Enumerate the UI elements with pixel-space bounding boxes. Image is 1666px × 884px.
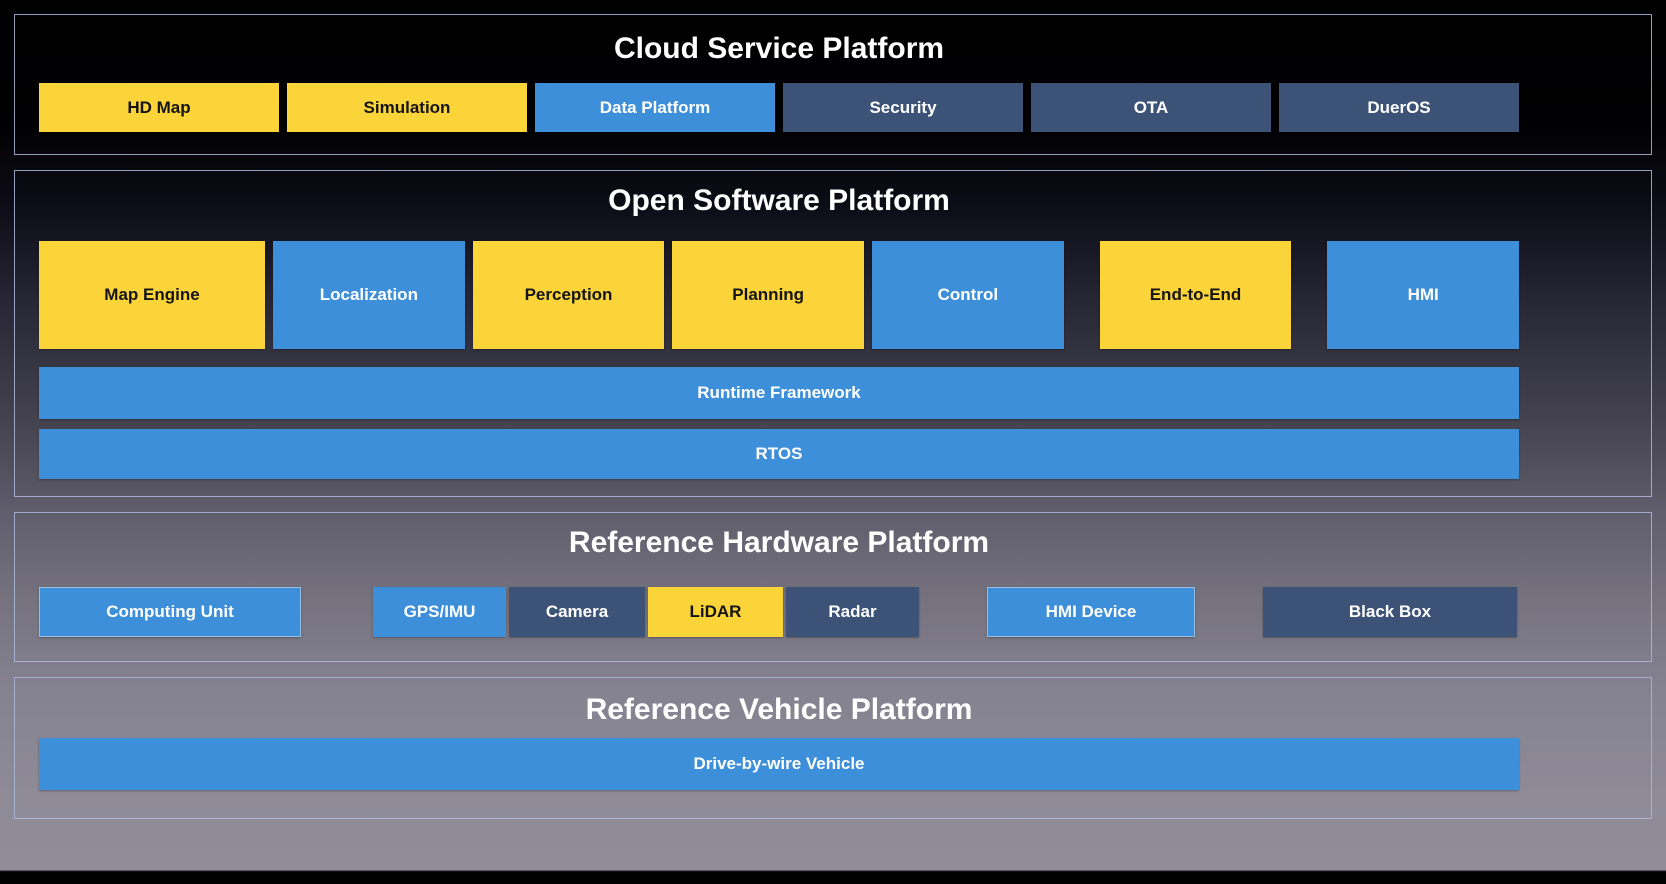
node-simulation: Simulation (287, 83, 527, 132)
node-hmi-device: HMI Device (987, 587, 1195, 637)
layer-reference-vehicle-platform: Reference Vehicle Platform Drive-by-wire… (14, 677, 1652, 819)
node-planning: Planning (672, 241, 865, 349)
node-hd-map: HD Map (39, 83, 279, 132)
node-map-engine: Map Engine (39, 241, 265, 349)
cloud-platform-title: Cloud Service Platform (613, 32, 945, 65)
software-modules-row: Map Engine Localization Perception Plann… (39, 241, 1520, 349)
node-gps-imu: GPS/IMU (373, 587, 506, 637)
layer-cloud-service-platform: Cloud Service Platform HD Map Simulation… (14, 14, 1652, 155)
node-lidar: LiDAR (648, 587, 783, 637)
hardware-platform-title: Reference Hardware Platform (568, 526, 990, 559)
node-localization: Localization (273, 241, 465, 349)
node-radar: Radar (786, 587, 919, 637)
apollo-architecture-diagram: Cloud Service Platform HD Map Simulation… (0, 14, 1666, 819)
node-drive-by-wire-vehicle: Drive-by-wire Vehicle (39, 738, 1519, 790)
node-rtos: RTOS (39, 429, 1519, 479)
layer-open-software-platform: Open Software Platform Map Engine Locali… (14, 170, 1652, 497)
node-security: Security (783, 83, 1023, 132)
hardware-items-row: Computing Unit GPS/IMU Camera LiDAR Rada… (39, 587, 1519, 637)
software-platform-title: Open Software Platform (608, 184, 950, 217)
node-perception: Perception (472, 241, 665, 349)
node-runtime-framework: Runtime Framework (39, 367, 1519, 419)
vehicle-platform-title: Reference Vehicle Platform (585, 693, 973, 726)
node-dueros: DuerOS (1279, 83, 1519, 132)
node-data-platform: Data Platform (535, 83, 775, 132)
node-hmi: HMI (1327, 241, 1520, 349)
node-end-to-end: End-to-End (1099, 241, 1292, 349)
node-control: Control (872, 241, 1064, 349)
node-black-box: Black Box (1263, 587, 1517, 637)
node-ota: OTA (1031, 83, 1271, 132)
cloud-items-row: HD Map Simulation Data Platform Security… (39, 83, 1519, 132)
layer-reference-hardware-platform: Reference Hardware Platform Computing Un… (14, 512, 1652, 662)
node-camera: Camera (509, 587, 645, 637)
node-computing-unit: Computing Unit (39, 587, 301, 637)
